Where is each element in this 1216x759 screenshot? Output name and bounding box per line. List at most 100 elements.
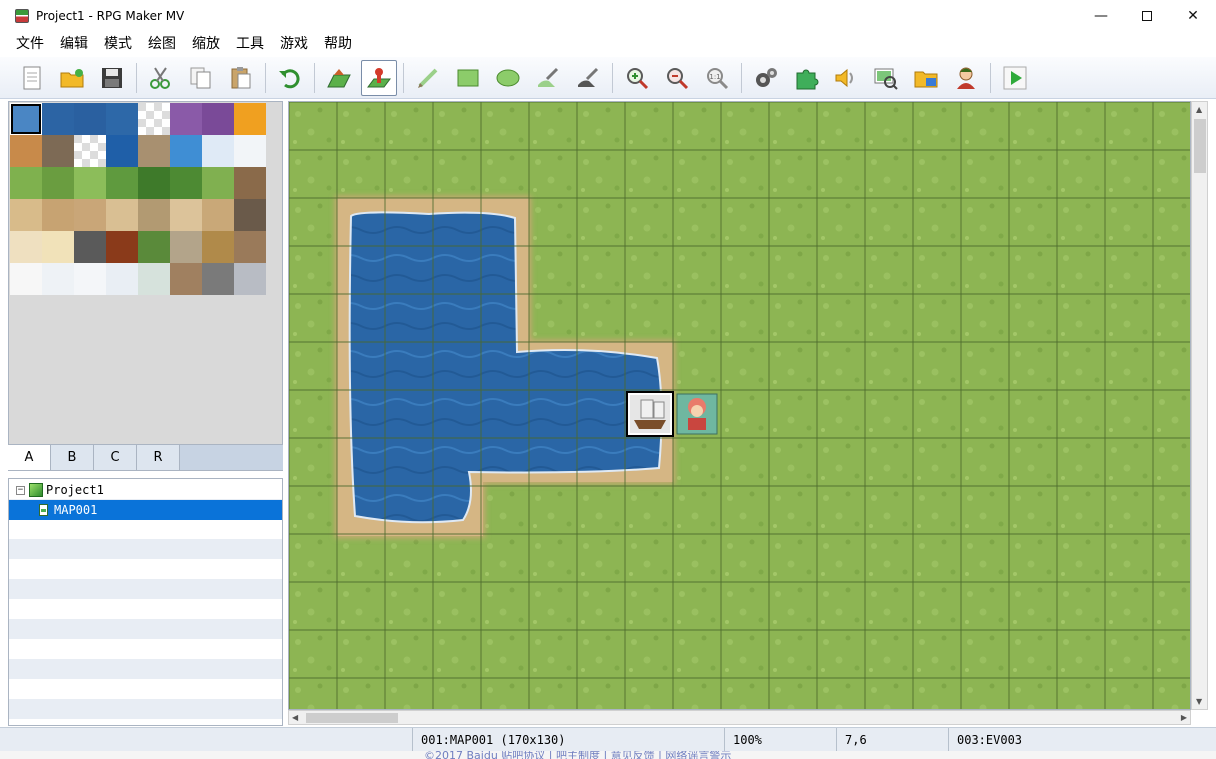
menu-file[interactable]: 文件 <box>8 31 52 57</box>
tree-item-map001[interactable]: MAP001 <box>9 500 282 520</box>
tile-checker[interactable] <box>138 103 170 135</box>
collapse-icon[interactable]: − <box>16 485 25 495</box>
plugin-manager-button[interactable] <box>788 60 824 96</box>
tile-grass-deep[interactable] <box>106 167 138 199</box>
horizontal-scrollbar[interactable]: ◀ ▶ <box>288 710 1191 725</box>
tile-sand-dark[interactable] <box>42 199 74 231</box>
character-generator-button[interactable] <box>948 60 984 96</box>
menu-help[interactable]: 帮助 <box>316 31 360 57</box>
tile-water-deep2[interactable] <box>74 103 106 135</box>
vertical-scrollbar[interactable]: ▲ ▼ <box>1191 101 1208 710</box>
copy-button[interactable] <box>183 60 219 96</box>
tile-dirt-light[interactable] <box>106 199 138 231</box>
scroll-left-icon[interactable]: ◀ <box>292 713 298 722</box>
ship-event[interactable] <box>626 391 674 437</box>
tile-hill-green[interactable] <box>202 167 234 199</box>
tile-purple-bramble[interactable] <box>202 103 234 135</box>
tile-desert-light[interactable] <box>42 231 74 263</box>
tile-checker[interactable] <box>74 135 106 167</box>
tile-mountain-dark[interactable] <box>234 199 266 231</box>
sound-test-button[interactable] <box>828 60 864 96</box>
tile-crater[interactable] <box>170 263 202 295</box>
tile-whirlpool[interactable] <box>106 135 138 167</box>
vertical-scroll-thumb[interactable] <box>1194 119 1206 173</box>
event-searcher-button[interactable] <box>868 60 904 96</box>
tile-mountain-tan[interactable] <box>234 231 266 263</box>
tile-mountain-brown[interactable] <box>234 167 266 199</box>
maximize-button[interactable] <box>1124 0 1170 31</box>
tree-item-project[interactable]: − Project1 <box>9 480 282 500</box>
map-mode-button[interactable] <box>321 60 357 96</box>
menu-mode[interactable]: 模式 <box>96 31 140 57</box>
scroll-right-icon[interactable]: ▶ <box>1181 713 1187 722</box>
resource-manager-button[interactable] <box>908 60 944 96</box>
tile-dead-tree[interactable] <box>138 199 170 231</box>
tile-dirt[interactable] <box>74 199 106 231</box>
tile-grass-light[interactable] <box>74 167 106 199</box>
tab-a[interactable]: A <box>8 445 51 470</box>
pencil-button[interactable] <box>410 60 446 96</box>
tile-mountain-snow[interactable] <box>234 263 266 295</box>
tile-water-shallow[interactable] <box>10 103 42 135</box>
character-event[interactable] <box>676 393 718 435</box>
tile-sand[interactable] <box>10 199 42 231</box>
tab-r[interactable]: R <box>137 445 180 470</box>
tile-tree[interactable] <box>138 167 170 199</box>
open-project-button[interactable] <box>54 60 90 96</box>
tile-pine-snow[interactable] <box>138 263 170 295</box>
ellipse-button[interactable] <box>490 60 526 96</box>
zoom-out-button[interactable] <box>659 60 695 96</box>
tile-snow-cloud[interactable] <box>106 263 138 295</box>
tile-lava[interactable] <box>234 103 266 135</box>
tile-ice-rock[interactable] <box>202 135 234 167</box>
tile-lava-dark[interactable] <box>106 231 138 263</box>
zoom-in-button[interactable] <box>619 60 655 96</box>
tab-b[interactable]: B <box>51 445 94 470</box>
tile-tree-small[interactable] <box>170 167 202 199</box>
map-canvas[interactable] <box>288 101 1191 710</box>
tab-c[interactable]: C <box>94 445 137 470</box>
tile-purple-poison[interactable] <box>170 103 202 135</box>
tile-snow[interactable] <box>10 263 42 295</box>
scroll-up-icon[interactable]: ▲ <box>1196 105 1202 114</box>
tile-snow-light[interactable] <box>74 263 106 295</box>
tile-mountain-gray[interactable] <box>202 263 234 295</box>
tile-waterfall[interactable] <box>170 135 202 167</box>
tile-water-deep[interactable] <box>42 103 74 135</box>
flood-fill-button[interactable] <box>530 60 566 96</box>
menu-tools[interactable]: 工具 <box>228 31 272 57</box>
tile-star-rock[interactable] <box>170 231 202 263</box>
actual-size-button[interactable]: 1:1 <box>699 60 735 96</box>
paste-button[interactable] <box>223 60 259 96</box>
map-view[interactable] <box>289 102 1191 710</box>
tile-rock-spot[interactable] <box>138 135 170 167</box>
tile-desert[interactable] <box>10 231 42 263</box>
tile-sand-round[interactable] <box>170 199 202 231</box>
database-button[interactable] <box>748 60 784 96</box>
tile-rock-gray[interactable] <box>74 231 106 263</box>
tile-mountain-gold[interactable] <box>202 231 234 263</box>
tile-palm-tree[interactable] <box>138 231 170 263</box>
save-project-button[interactable] <box>94 60 130 96</box>
cut-button[interactable] <box>143 60 179 96</box>
close-button[interactable]: ✕ <box>1170 0 1216 31</box>
menu-scale[interactable]: 缩放 <box>184 31 228 57</box>
tile-hill-sand[interactable] <box>202 199 234 231</box>
menu-game[interactable]: 游戏 <box>272 31 316 57</box>
rectangle-button[interactable] <box>450 60 486 96</box>
minimize-button[interactable]: — <box>1078 0 1124 31</box>
scroll-down-icon[interactable]: ▼ <box>1196 697 1202 706</box>
new-project-button[interactable] <box>14 60 50 96</box>
undo-button[interactable] <box>272 60 308 96</box>
tile-cloud[interactable] <box>234 135 266 167</box>
tile-snow-field[interactable] <box>42 263 74 295</box>
playtest-button[interactable] <box>997 60 1033 96</box>
tile-lava-rock[interactable] <box>10 135 42 167</box>
tile-water-deep3[interactable] <box>106 103 138 135</box>
tile-grass[interactable] <box>10 167 42 199</box>
event-mode-button[interactable] <box>361 59 397 96</box>
horizontal-scroll-thumb[interactable] <box>306 713 398 723</box>
tile-rock-island[interactable] <box>42 135 74 167</box>
menu-edit[interactable]: 编辑 <box>52 31 96 57</box>
tile-grass-dark[interactable] <box>42 167 74 199</box>
